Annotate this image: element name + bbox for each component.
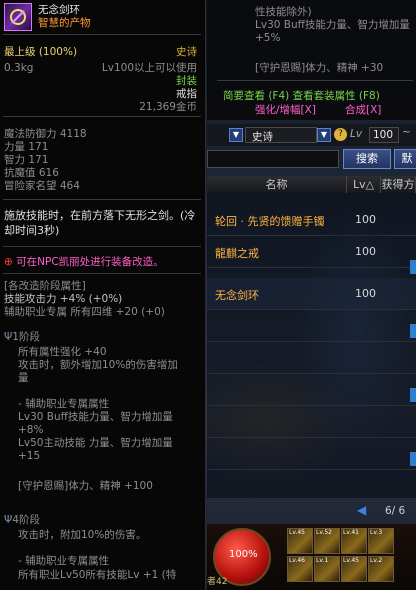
tier1-line: Lv50主动技能 力量、智力增加量 [18,437,173,449]
table-row[interactable]: 龍麒之戒 100 [207,236,416,268]
default-button[interactable]: 默 [394,149,416,169]
rarity-label: 史诗 [176,46,197,58]
hp-percent: 100% [229,549,258,560]
skill-slot[interactable]: Lv.45 [341,556,367,582]
result-table: 名称 Lv△ 获得方 轮回 · 先贤的馈赠手镯 100 龍麒之戒 100 无念剑环 1… [207,176,416,502]
compare-line: Lv30 Buff技能力量、智力增加量 [255,19,410,31]
compare-line: [守护恩赐]体力、精神 +30 [255,62,384,74]
item-name: 无念剑环 [38,4,80,16]
compare-line: +5% [255,32,281,44]
table-row[interactable] [207,470,416,502]
tier1-line: Lv30 Buff技能力量、智力增加量 [18,411,173,423]
item-subtitle: 智慧的产物 [38,17,91,29]
table-row[interactable] [207,406,416,438]
help-icon[interactable]: ? [334,128,347,141]
stage-header: [各改造阶段属性] [4,280,86,292]
filter-toolbar: ▼ 史诗 ▼ ? Lv 100 ~ [207,124,416,146]
column-header[interactable]: 名称 [207,176,347,193]
page-indicator: 6/ 6 [385,505,406,517]
search-input[interactable] [207,150,339,168]
upgrade-note: ⊕ 可在NPC凯丽处进行装备改造。 [4,256,164,268]
skill-slot[interactable]: Lv.46 [287,556,313,582]
pager: ◀ 6/ 6 [207,500,416,522]
stat-row: 力量 171 [4,141,49,153]
stat-row: 魔法防御力 4118 [4,128,87,140]
tier1-line: [守护恩赐]体力、精神 +100 [18,480,153,492]
stat-row: 冒险家名望 464 [4,180,80,192]
scroll-marker [410,260,416,274]
tier4-title: Ψ4阶段 [4,514,40,526]
search-button[interactable]: 搜索 [343,149,391,169]
prev-page-icon[interactable]: ◀ [357,504,366,517]
skill-slot[interactable]: Lv.45 [287,528,313,554]
tilde-separator: ~ [402,126,411,138]
hud-bar: 100% Lv.45 Lv.52 Lv.41 Lv.3 Lv.46 Lv.1 L… [207,524,416,590]
enhance-link[interactable]: 强化/增幅[X] [255,104,316,117]
search-row: 搜索 默 [207,148,416,172]
tier1-line: +8% [18,424,44,436]
item-tooltip: 无念剑环 智慧的产物 最上级 (100%) 史诗 0.3kg Lv100以上可以… [0,0,206,590]
skill-slot[interactable]: Lv.52 [314,528,340,554]
column-header[interactable]: 获得方 [381,176,416,193]
table-row[interactable] [207,310,416,342]
table-row[interactable] [207,342,416,374]
hud-label: 者42 [207,577,228,587]
set-view-link[interactable]: 简要查看 (F4) 查看套装属性 (F8) [223,90,380,103]
table-row[interactable]: 无念剑环 100 [207,278,416,310]
table-row[interactable]: 轮回 · 先贤的馈赠手镯 100 [207,204,416,236]
synthesis-link[interactable]: 合成[X] [345,104,381,117]
rarity-select[interactable]: 史诗 [245,127,317,143]
warning-icon: ⊕ [4,256,13,268]
level-input[interactable]: 100 [369,127,399,143]
sealed-label: 封装 [176,75,197,87]
level-requirement: Lv100以上可以使用 [101,62,197,74]
skill-slot[interactable]: Lv.1 [314,556,340,582]
scroll-marker [410,388,416,402]
table-row[interactable] [207,438,416,470]
tier1-line: 攻击时，额外增加10%的伤害增加 [18,359,178,371]
stage-line: 技能攻击力 +4% (+0%) [4,293,123,305]
column-header[interactable]: Lv△ [347,176,381,193]
tier4-line: - 辅助职业专属属性 [18,555,110,567]
item-price: 21,369金币 [139,101,197,113]
scroll-marker [410,452,416,466]
tier1-line: 所有属性强化 +40 [18,346,107,358]
stat-row: 智力 171 [4,154,49,166]
skill-slot[interactable]: Lv.41 [341,528,367,554]
ring-icon [4,3,32,31]
skill-slot[interactable]: Lv.2 [368,556,394,582]
scroll-marker [410,324,416,338]
tier1-line: +15 [18,450,41,462]
item-weight: 0.3kg [4,62,34,74]
skill-description: 施放技能时，在前方落下无形之剑。(冷却时间3秒) [4,209,196,237]
rarity-dropdown-button[interactable]: ▼ [317,128,331,142]
grade-label: 最上级 (100%) [4,46,78,58]
tier1-line: - 辅助职业专属属性 [18,398,110,410]
skill-slot[interactable]: Lv.3 [368,528,394,554]
slot-type: 戒指 [176,88,197,100]
compare-tooltip: 性技能除外) Lv30 Buff技能力量、智力增加量 +5% [守护恩赐]体力、… [207,0,416,120]
dropdown-button[interactable]: ▼ [229,128,243,142]
tier4-line: 攻击时，附加10%的伤害。 [18,529,147,541]
tier1-title: Ψ1阶段 [4,331,40,343]
tier4-line: 所有职业Lv50所有技能Lv +1 (特 [18,569,177,581]
level-label: Lv [350,128,363,140]
tier1-line: 量 [18,372,29,384]
stage-line: 辅助职业专属 所有四维 +20 (+0) [4,306,165,318]
compare-line: 性技能除外) [255,6,312,18]
table-row[interactable] [207,374,416,406]
stat-row: 抗魔值 616 [4,167,59,179]
